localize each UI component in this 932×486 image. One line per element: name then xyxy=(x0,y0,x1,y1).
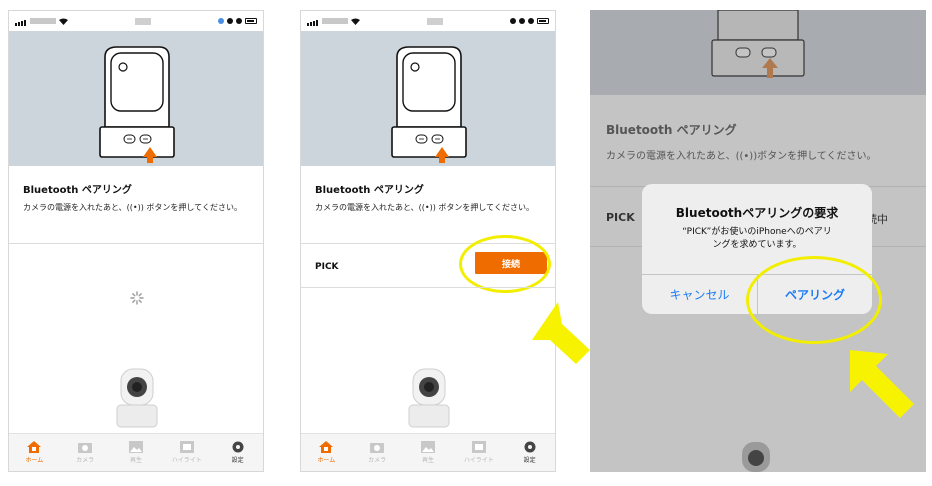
tab-highlight[interactable]: ハイライト xyxy=(162,441,212,464)
wifi-icon xyxy=(59,18,68,25)
tab-settings[interactable]: 設定 xyxy=(213,441,263,464)
tab-label: 再生 xyxy=(421,457,434,464)
phone-screen-2: Bluetooth ペアリング カメラの電源を入れたあと、((•)) ボタンを押… xyxy=(300,10,556,472)
tab-playback[interactable]: 再生 xyxy=(403,441,453,464)
tab-playback[interactable]: 再生 xyxy=(111,441,161,464)
tab-label: 再生 xyxy=(129,457,142,464)
carrier-blurred xyxy=(322,18,348,24)
signal-icon xyxy=(15,17,27,26)
gear-icon xyxy=(524,441,536,453)
tab-home[interactable]: ホーム xyxy=(9,441,59,464)
lock-rotation-icon xyxy=(227,18,233,24)
tab-label: カメラ xyxy=(76,457,95,464)
dialog-message-line-1: “PICK”がお使いのiPhoneへのペアリ xyxy=(682,227,832,237)
tab-label: ホーム xyxy=(317,457,336,464)
tab-label: 設定 xyxy=(231,457,244,464)
tab-camera[interactable]: カメラ xyxy=(60,441,110,464)
phone-screen-1: Bluetooth ペアリング カメラの電源を入れたあと、((•)) ボタンを押… xyxy=(8,10,264,472)
highlight-icon xyxy=(471,441,486,453)
location-icon xyxy=(218,18,224,24)
tab-label: 設定 xyxy=(523,457,536,464)
status-bar xyxy=(301,11,555,31)
pointer-arrow-icon xyxy=(532,302,590,364)
tab-label: ハイライト xyxy=(463,457,494,464)
divider xyxy=(9,243,263,244)
location-icon xyxy=(510,18,516,24)
loading-spinner-icon xyxy=(130,291,144,305)
tab-bar: ホーム カメラ 再生 ハイライト 設定 xyxy=(301,433,555,471)
highlight-ring xyxy=(746,256,882,344)
wifi-icon xyxy=(351,18,360,25)
tab-home[interactable]: ホーム xyxy=(301,441,351,464)
dialog-title: Bluetoothペアリングの要求 xyxy=(675,206,839,220)
image-icon xyxy=(420,441,435,453)
dialog-message: “PICK”がお使いのiPhoneへのペアリ ングを求めています。 xyxy=(660,226,854,252)
tab-camera[interactable]: カメラ xyxy=(352,441,402,464)
carrier-blurred xyxy=(30,18,56,24)
device-name: PICK xyxy=(606,211,635,224)
tab-label: ハイライト xyxy=(171,457,202,464)
camera-line-drawing xyxy=(99,46,175,163)
section-description: カメラの電源を入れたあと、((•))ボタンを押してください。 xyxy=(606,151,877,162)
image-icon xyxy=(128,441,143,453)
camera-line-drawing xyxy=(711,10,805,78)
phone-screen-3: Bluetooth ペアリング カメラの電源を入れたあと、((•))ボタンを押し… xyxy=(590,10,926,472)
time-blurred xyxy=(427,17,443,25)
tab-label: カメラ xyxy=(368,457,387,464)
battery-icon xyxy=(245,18,257,24)
status-bar xyxy=(9,11,263,31)
camera-device-image xyxy=(116,368,158,428)
dialog-message-line-2: ングを求めています。 xyxy=(712,240,802,250)
cancel-button[interactable]: キャンセル xyxy=(642,274,757,314)
section-title: Bluetooth ペアリング xyxy=(23,185,132,196)
camera-icon xyxy=(370,443,385,453)
section-title: Bluetooth ペアリング xyxy=(315,185,424,196)
highlight-ring xyxy=(459,235,551,293)
lock-rotation-icon xyxy=(519,18,525,24)
battery-icon xyxy=(537,18,549,24)
camera-illustration-panel xyxy=(590,10,926,95)
section-description: カメラの電源を入れたあと、((•)) ボタンを押してください。 xyxy=(23,203,242,212)
tab-highlight[interactable]: ハイライト xyxy=(454,441,504,464)
tab-settings[interactable]: 設定 xyxy=(505,441,555,464)
alarm-icon xyxy=(528,18,534,24)
section-description: カメラの電源を入れたあと、((•)) ボタンを押してください。 xyxy=(315,203,534,212)
device-name: PICK xyxy=(315,262,339,272)
camera-illustration-panel xyxy=(301,31,555,166)
camera-illustration-panel xyxy=(9,31,263,166)
tab-bar: ホーム カメラ 再生 ハイライト 設定 xyxy=(9,433,263,471)
highlight-icon xyxy=(179,441,194,453)
alarm-icon xyxy=(236,18,242,24)
home-icon xyxy=(27,441,42,453)
signal-icon xyxy=(307,17,319,26)
camera-device-image xyxy=(742,442,770,472)
section-title: Bluetooth ペアリング xyxy=(606,123,737,137)
divider xyxy=(301,287,555,288)
pointer-arrow-icon xyxy=(850,350,914,418)
camera-line-drawing xyxy=(391,46,467,163)
time-blurred xyxy=(135,17,151,25)
gear-icon xyxy=(232,441,244,453)
camera-icon xyxy=(78,443,93,453)
home-icon xyxy=(319,441,334,453)
tab-label: ホーム xyxy=(25,457,44,464)
camera-device-image xyxy=(408,368,450,428)
